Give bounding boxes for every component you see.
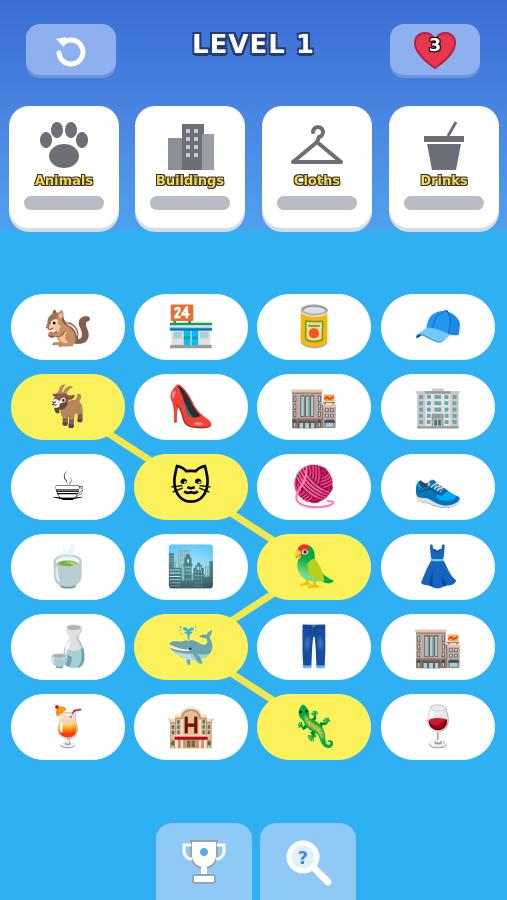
water-bottle-icon: 🍶 — [43, 624, 93, 670]
svg-text:?: ? — [298, 848, 308, 869]
tile-apartment[interactable]: 🏨 — [134, 694, 248, 760]
tile-store[interactable]: 🏢 — [381, 374, 495, 440]
tile-whale[interactable]: 🐳 — [134, 614, 248, 680]
tile-sneaker[interactable]: 👟 — [381, 454, 495, 520]
jeans-icon: 👖 — [289, 624, 339, 670]
tile-building[interactable]: 🏬 — [257, 374, 371, 440]
tile-parrot[interactable]: 🦜 — [257, 534, 371, 600]
tile-cap[interactable]: 🧢 — [381, 294, 495, 360]
building-icon: 🏬 — [289, 384, 339, 430]
store-icon: 🏢 — [413, 384, 463, 430]
office-icon: 🏙️ — [166, 544, 216, 590]
sneaker-icon: 👟 — [413, 464, 463, 510]
juice-icon: 🍹 — [43, 704, 93, 750]
trophy-icon — [182, 839, 226, 884]
tile-beanie[interactable]: 🧶 — [257, 454, 371, 520]
cap-icon: 🧢 — [413, 304, 463, 350]
whale-icon: 🐳 — [166, 624, 216, 670]
cat-icon: 🐱 — [170, 464, 212, 510]
tile-juice[interactable]: 🍹 — [11, 694, 125, 760]
goat-icon: 🐐 — [43, 384, 93, 430]
hint-button[interactable]: ? — [260, 823, 356, 900]
beanie-icon: 🧶 — [289, 464, 339, 510]
tile-shop[interactable]: 🏪 — [134, 294, 248, 360]
tile-tea[interactable]: 🍵 — [11, 534, 125, 600]
wine-icon: 🍷 — [413, 704, 463, 750]
market-icon: 🏬 — [413, 624, 463, 670]
dress-icon: 👗 — [413, 544, 463, 590]
tile-wine[interactable]: 🍷 — [381, 694, 495, 760]
squirrel-icon: 🐿️ — [43, 304, 93, 350]
tile-water-bottle[interactable]: 🍶 — [11, 614, 125, 680]
tile-jeans[interactable]: 👖 — [257, 614, 371, 680]
selection-path — [64, 403, 318, 731]
tile-cat[interactable]: 🐱 — [134, 454, 248, 520]
tile-market[interactable]: 🏬 — [381, 614, 495, 680]
tile-dress[interactable]: 👗 — [381, 534, 495, 600]
magnifier-icon: ? — [286, 840, 332, 885]
tile-soda-can[interactable]: 🥫 — [257, 294, 371, 360]
apartment-icon: 🏨 — [166, 704, 216, 750]
shop-icon: 🏪 — [166, 304, 216, 350]
tea-icon: 🍵 — [43, 544, 93, 590]
tile-coffee[interactable]: ☕ — [11, 454, 125, 520]
tile-chameleon[interactable]: 🦎 — [257, 694, 371, 760]
parrot-icon: 🦜 — [289, 544, 339, 590]
coffee-icon: ☕ — [50, 464, 86, 510]
tile-office[interactable]: 🏙️ — [134, 534, 248, 600]
tile-goat[interactable]: 🐐 — [11, 374, 125, 440]
high-heel-icon: 👠 — [166, 384, 216, 430]
tile-squirrel[interactable]: 🐿️ — [11, 294, 125, 360]
trophy-button[interactable] — [156, 823, 252, 900]
soda-can-icon: 🥫 — [289, 304, 339, 350]
chameleon-icon: 🦎 — [289, 704, 339, 750]
tile-high-heel[interactable]: 👠 — [134, 374, 248, 440]
